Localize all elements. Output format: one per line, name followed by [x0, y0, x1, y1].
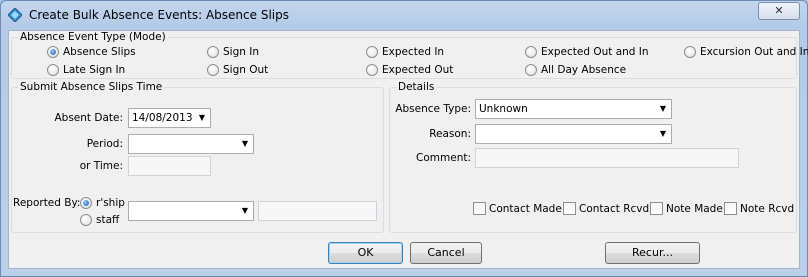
checkbox-icon	[563, 202, 576, 215]
absence-type-label: Absence Type:	[395, 103, 471, 115]
or-time-input[interactable]	[128, 156, 211, 176]
absence-type-value: Unknown	[479, 103, 528, 115]
absent-date-picker[interactable]: 14/08/2013 ▼	[128, 108, 211, 128]
radio-icon	[207, 64, 219, 76]
mode-option-label: Excursion Out and In	[700, 46, 808, 58]
absence-type-select[interactable]: Unknown ▼	[475, 99, 672, 119]
period-label: Period:	[86, 138, 123, 150]
comment-label: Comment:	[416, 152, 471, 164]
mode-option-label: Late Sign In	[63, 64, 126, 76]
dropdown-arrow-icon: ▼	[241, 139, 248, 148]
mode-option-label: All Day Absence	[541, 64, 627, 76]
dialog-body: Absence Event Type (Mode) Absence Slips …	[8, 30, 808, 269]
radio-icon	[366, 46, 378, 58]
app-diamond-icon	[8, 8, 22, 22]
mode-option-label: Expected Out and In	[541, 46, 649, 58]
reported-by-select[interactable]: ▼	[128, 201, 254, 221]
reported-by-option-label: r'ship	[96, 197, 125, 209]
dropdown-arrow-icon: ▼	[198, 113, 205, 122]
mode-option-label: Sign Out	[223, 64, 269, 76]
mode-all-day-absence-radio[interactable]: All Day Absence	[525, 64, 626, 76]
reported-by-staff-radio[interactable]: staff	[80, 214, 119, 226]
radio-icon	[525, 64, 537, 76]
details-legend: Details	[398, 81, 435, 93]
dropdown-arrow-icon: ▼	[659, 129, 666, 138]
checkbox-label: Note Made	[666, 202, 723, 215]
mode-sign-in-radio[interactable]: Sign In	[207, 46, 259, 58]
radio-icon	[525, 46, 537, 58]
or-time-label: or Time:	[79, 160, 123, 172]
checkbox-label: Note Rcvd	[740, 202, 795, 215]
dialog-window: Create Bulk Absence Events: Absence Slip…	[0, 0, 808, 277]
reported-by-label: Reported By:	[13, 197, 81, 209]
mode-absence-slips-radio[interactable]: Absence Slips	[47, 46, 136, 58]
reported-by-text-input[interactable]	[258, 201, 377, 221]
mode-late-sign-in-radio[interactable]: Late Sign In	[47, 64, 125, 76]
mode-sign-out-radio[interactable]: Sign Out	[207, 64, 268, 76]
comment-input[interactable]	[475, 148, 739, 168]
radio-selected-icon	[80, 197, 92, 209]
mode-expected-out-and-in-radio[interactable]: Expected Out and In	[525, 46, 649, 58]
submit-legend: Submit Absence Slips Time	[20, 81, 163, 93]
absent-date-label: Absent Date:	[54, 112, 123, 124]
checkbox-label: Contact Made	[489, 202, 562, 215]
mode-expected-in-radio[interactable]: Expected In	[366, 46, 444, 58]
mode-expected-out-radio[interactable]: Expected Out	[366, 64, 453, 76]
ok-button[interactable]: OK	[328, 242, 403, 264]
checkbox-icon	[473, 202, 486, 215]
mode-option-label: Sign In	[223, 46, 259, 58]
window-title: Create Bulk Absence Events: Absence Slip…	[29, 8, 289, 22]
radio-selected-icon	[47, 46, 59, 58]
title-bar[interactable]: Create Bulk Absence Events: Absence Slip…	[1, 1, 807, 30]
mode-option-label: Expected In	[382, 46, 445, 58]
radio-icon	[47, 64, 59, 76]
mode-legend: Absence Event Type (Mode)	[20, 31, 166, 43]
contact-made-checkbox[interactable]: Contact Made	[473, 202, 562, 215]
mode-option-label: Absence Slips	[63, 46, 136, 58]
absent-date-value: 14/08/2013	[132, 112, 193, 124]
mode-excursion-out-and-in-radio[interactable]: Excursion Out and In	[684, 46, 808, 58]
checkbox-icon	[724, 202, 737, 215]
close-button[interactable]: ✕	[758, 2, 800, 20]
radio-icon	[207, 46, 219, 58]
reported-by-relationship-radio[interactable]: r'ship	[80, 197, 125, 209]
contact-rcvd-checkbox[interactable]: Contact Rcvd	[563, 202, 649, 215]
checkbox-label: Contact Rcvd	[579, 202, 650, 215]
note-rcvd-checkbox[interactable]: Note Rcvd	[724, 202, 794, 215]
reason-label: Reason:	[429, 128, 471, 140]
reason-select[interactable]: ▼	[475, 124, 672, 144]
reported-by-option-label: staff	[96, 214, 120, 226]
dropdown-arrow-icon: ▼	[659, 104, 666, 113]
cancel-button[interactable]: Cancel	[410, 242, 482, 264]
close-icon: ✕	[774, 4, 784, 17]
radio-icon	[366, 64, 378, 76]
period-select[interactable]: ▼	[128, 134, 254, 154]
checkbox-icon	[650, 202, 663, 215]
radio-icon	[684, 46, 696, 58]
dropdown-arrow-icon: ▼	[241, 206, 248, 215]
note-made-checkbox[interactable]: Note Made	[650, 202, 723, 215]
radio-icon	[80, 214, 92, 226]
mode-option-label: Expected Out	[382, 64, 454, 76]
recur-button[interactable]: Recur...	[605, 242, 700, 264]
